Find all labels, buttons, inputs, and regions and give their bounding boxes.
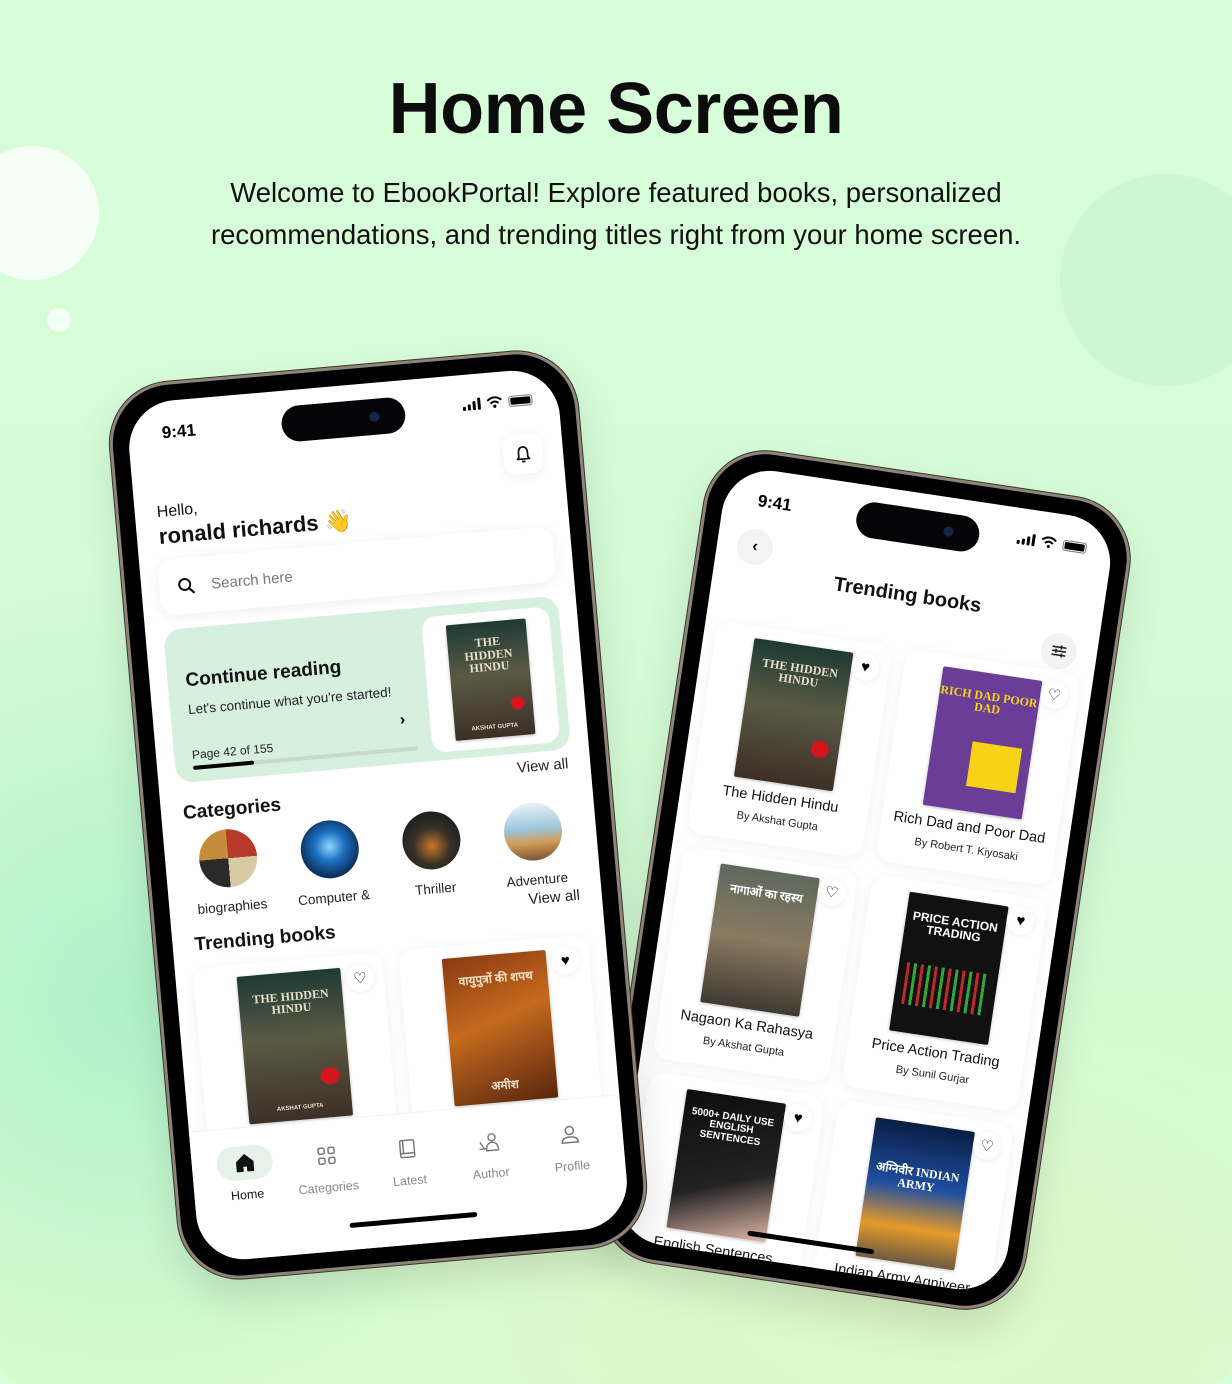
- heart-outline-icon[interactable]: ♡: [1038, 679, 1071, 711]
- camera-icon: [942, 525, 955, 538]
- book-cover: RICH DAD POOR DAD: [922, 666, 1042, 820]
- notification-button[interactable]: [501, 432, 545, 476]
- sliders-icon: [1051, 645, 1067, 658]
- categories-heading: Categories: [182, 794, 282, 824]
- book-cover: नागाओं का रहस्य: [699, 863, 820, 1017]
- trending-screen: 9:41 ‹ Trending books THE HIDDEN HINDU ♥…: [613, 464, 1117, 1296]
- trending-heading: Trending books: [193, 922, 337, 956]
- chevron-left-icon: ‹: [751, 537, 759, 556]
- book-card[interactable]: 5000+ DAILY USE ENGLISH SENTENCES ♥ Engl…: [618, 1071, 826, 1296]
- heart-filled-icon[interactable]: ♥: [550, 945, 581, 976]
- home-screen: 9:41 Hello, ronald richards 👋 Continue r…: [125, 366, 631, 1264]
- category-item-adventure[interactable]: Adventure: [486, 799, 583, 892]
- book-icon: [398, 1139, 416, 1159]
- continue-reading-card[interactable]: Continue reading Let's continue what you…: [163, 595, 571, 784]
- battery-icon: [507, 393, 533, 407]
- search-input[interactable]: [210, 556, 432, 593]
- battery-icon: [1061, 539, 1088, 554]
- signal-icon: [462, 397, 482, 412]
- book-title: Indian Army Agniveer: [833, 1260, 971, 1296]
- status-time: 9:41: [756, 491, 793, 515]
- categories-view-all-link[interactable]: View all: [516, 755, 569, 776]
- wifi-icon: [486, 396, 502, 408]
- heart-filled-icon[interactable]: ♥: [782, 1101, 815, 1134]
- category-item-computer[interactable]: Computer &: [282, 817, 379, 910]
- heart-filled-icon[interactable]: ♥: [1004, 904, 1037, 937]
- camera-icon: [368, 411, 380, 423]
- signal-icon: [1016, 532, 1036, 547]
- decorative-circle: [47, 308, 71, 332]
- heart-outline-icon[interactable]: ♡: [344, 963, 376, 994]
- dynamic-island: [853, 499, 982, 554]
- book-cover: PRICE ACTION TRADING: [888, 891, 1009, 1045]
- home-icon: [236, 1154, 255, 1173]
- bell-icon: [516, 446, 531, 463]
- tab-latest[interactable]: Latest: [367, 1128, 450, 1191]
- tab-home[interactable]: Home: [204, 1143, 287, 1206]
- continue-reading-cover: THE HIDDEN HINDU AKSHAT GUPTA: [420, 606, 561, 753]
- greeting-label: Hello,: [156, 500, 199, 522]
- author-icon: [478, 1133, 499, 1152]
- category-image: [501, 800, 565, 863]
- book-card[interactable]: THE HIDDEN HINDU ♥ The Hidden Hindu By A…: [686, 620, 893, 859]
- book-card[interactable]: अग्निवीर INDIAN ARMY ♡ Indian Army Agniv…: [807, 1099, 1015, 1296]
- tab-author[interactable]: Author: [448, 1121, 531, 1184]
- category-image: [196, 826, 260, 890]
- filter-button[interactable]: [1038, 630, 1080, 672]
- heart-outline-icon[interactable]: ♡: [815, 876, 848, 909]
- book-cover: वायुपुत्रों की शपथ अमीश: [441, 949, 559, 1107]
- user-icon: [561, 1125, 580, 1144]
- book-cover: अग्निवीर INDIAN ARMY: [854, 1117, 975, 1271]
- book-cover: THE HIDDEN HINDU AKSHAT GUPTA: [236, 967, 354, 1125]
- page-title: Trending books: [832, 573, 983, 618]
- chevron-right-icon[interactable]: ›: [399, 711, 406, 729]
- wifi-icon: [1041, 536, 1057, 549]
- book-cover: THE HIDDEN HINDU AKSHAT GUPTA: [445, 618, 536, 741]
- book-cover: 5000+ DAILY USE ENGLISH SENTENCES: [665, 1088, 786, 1243]
- grid-icon: [316, 1146, 336, 1166]
- phone-home-screen: 9:41 Hello, ronald richards 👋 Continue r…: [104, 346, 652, 1284]
- status-time: 9:41: [161, 420, 197, 443]
- decorative-circle: [1060, 174, 1232, 386]
- dynamic-island: [280, 396, 407, 443]
- tab-categories[interactable]: Categories: [286, 1135, 369, 1198]
- book-card[interactable]: नागाओं का रहस्य ♡ Nagaon Ka Rahasya By A…: [652, 845, 860, 1084]
- category-item-thriller[interactable]: Thriller: [384, 808, 481, 901]
- tab-profile[interactable]: Profile: [529, 1114, 612, 1177]
- trending-books-grid: THE HIDDEN HINDU ♥ The Hidden Hindu By A…: [618, 620, 1082, 1296]
- category-image: [400, 809, 463, 872]
- category-image: [298, 817, 362, 881]
- continue-reading-title: Continue reading: [184, 656, 343, 692]
- background-canvas: Home Screen Welcome to EbookPortal! Expl…: [0, 0, 1232, 1384]
- heart-outline-icon[interactable]: ♡: [971, 1130, 1003, 1162]
- decorative-circle: [0, 146, 99, 280]
- heart-filled-icon[interactable]: ♥: [849, 650, 882, 683]
- hero-title: Home Screen: [388, 69, 844, 149]
- phone-trending-screen: 9:41 ‹ Trending books THE HIDDEN HINDU ♥…: [591, 442, 1139, 1318]
- reading-progress-fill: [193, 760, 254, 770]
- trending-view-all-link[interactable]: View all: [528, 887, 581, 908]
- search-icon: [178, 577, 195, 594]
- wave-emoji-icon: 👋: [323, 507, 353, 535]
- hero-subtitle: Welcome to EbookPortal! Explore featured…: [210, 177, 1022, 250]
- book-card[interactable]: RICH DAD POOR DAD ♡ Rich Dad and Poor Da…: [875, 648, 1082, 887]
- book-cover: THE HIDDEN HINDU: [733, 637, 853, 792]
- category-item-biographies[interactable]: biographies: [181, 825, 278, 918]
- page-progress-label: Page 42 of 155: [191, 740, 274, 762]
- home-indicator: [349, 1211, 478, 1229]
- book-card[interactable]: PRICE ACTION TRADING ♥ Price Action Trad…: [841, 874, 1049, 1112]
